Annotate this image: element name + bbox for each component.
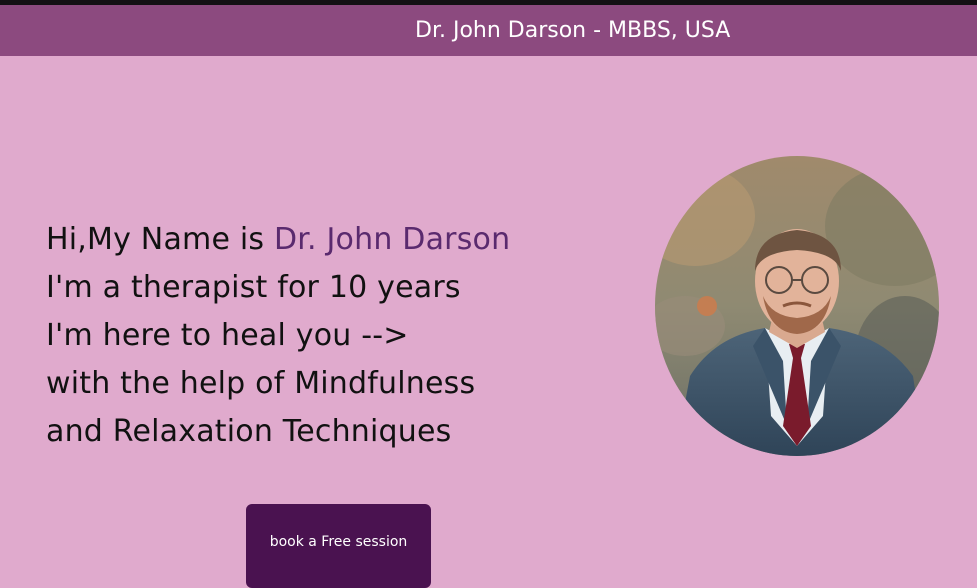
greeting-prefix: Hi,My Name is <box>46 222 274 257</box>
site-header: Dr. John Darson - MBBS, USA <box>0 5 977 56</box>
doctor-photo <box>655 156 939 456</box>
intro-line-relaxation: and Relaxation Techniques <box>46 414 452 449</box>
intro-line-experience: I'm a therapist for 10 years <box>46 270 461 305</box>
book-session-button[interactable]: book a Free session <box>246 504 431 588</box>
intro-line-heal: I'm here to heal you --> <box>46 318 409 353</box>
intro-line-name: Hi,My Name is Dr. John Darson <box>46 216 606 264</box>
book-session-label: book a Free session <box>269 534 408 550</box>
doctor-name: Dr. John Darson <box>273 222 511 257</box>
doctor-portrait-image <box>655 156 939 456</box>
intro-text: Hi,My Name is Dr. John Darson I'm a ther… <box>46 216 606 456</box>
intro-line-mindfulness: with the help of Mindfulness <box>46 366 476 401</box>
header-title: Dr. John Darson - MBBS, USA <box>415 18 731 43</box>
